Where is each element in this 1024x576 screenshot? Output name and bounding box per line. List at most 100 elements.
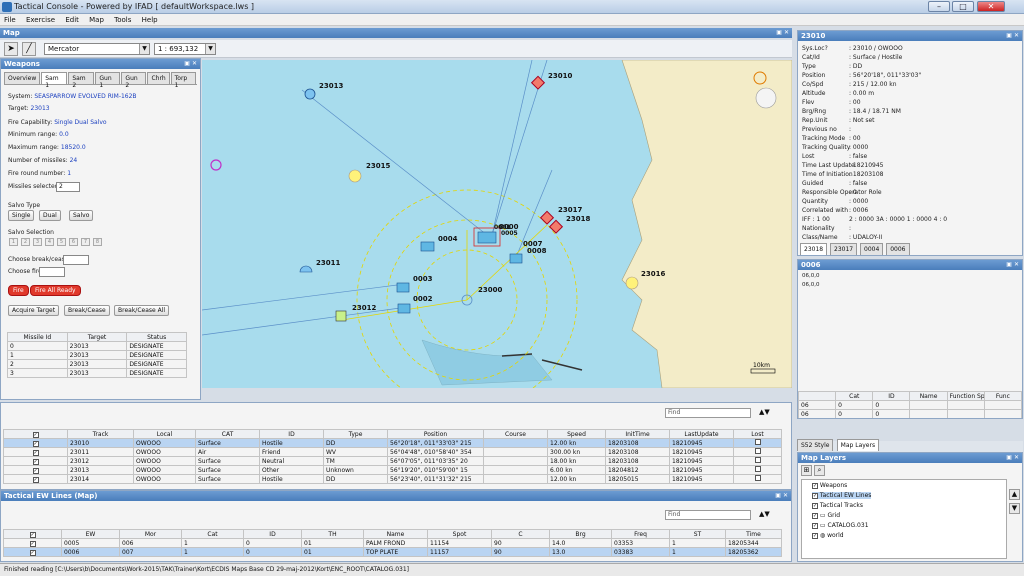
col-brg[interactable]: Brg bbox=[549, 529, 612, 539]
layer-down-icon[interactable]: ▼ bbox=[1009, 503, 1020, 514]
col-id[interactable]: ID bbox=[872, 391, 911, 401]
salvo-slot-2[interactable]: 2 bbox=[21, 238, 30, 246]
table-row[interactable]: 2 23013 DESIGNATE bbox=[7, 359, 187, 369]
layer-checkbox[interactable]: ✓ bbox=[812, 523, 818, 529]
panel-controls-icon[interactable]: ▣ ✕ bbox=[776, 29, 789, 36]
layer-checkbox[interactable]: ✓ bbox=[812, 493, 818, 499]
scale-select[interactable]: 1 : 693,132 ▼ bbox=[154, 43, 216, 55]
col-course[interactable]: Course bbox=[483, 429, 548, 439]
waypoint-marker[interactable] bbox=[210, 159, 222, 171]
table-row[interactable]: ✓ 23013 OWOOO Surface Other Unknown 56°19'20",… bbox=[3, 465, 782, 475]
layer-checkbox[interactable]: ✓ bbox=[812, 503, 818, 509]
ew-0003-symbol[interactable] bbox=[396, 282, 410, 293]
lost-checkbox[interactable] bbox=[754, 439, 761, 445]
measure-tool-icon[interactable]: ╱ bbox=[22, 42, 36, 56]
tab-23018[interactable]: 23018 bbox=[800, 243, 828, 255]
select-all-checkbox[interactable]: ✓ bbox=[29, 531, 36, 538]
col-id[interactable]: ID bbox=[259, 429, 324, 439]
tab-torp1[interactable]: Torp 1 bbox=[170, 72, 196, 89]
track-23017-symbol[interactable] bbox=[539, 210, 555, 225]
sort-arrows-icon[interactable]: ▲▼ bbox=[759, 510, 770, 518]
col-position[interactable]: Position bbox=[387, 429, 484, 439]
dual-button[interactable]: Dual bbox=[39, 210, 61, 221]
select-all-checkbox[interactable]: ✓ bbox=[32, 431, 39, 438]
salvo-button[interactable]: Salvo bbox=[69, 210, 94, 221]
row-checkbox[interactable]: ✓ bbox=[29, 540, 36, 547]
tab-map-layers[interactable]: Map Layers bbox=[836, 439, 880, 451]
col-func[interactable]: Func bbox=[983, 391, 1022, 401]
col-freq[interactable]: Freq bbox=[611, 529, 670, 539]
table-row[interactable]: 06 0 0 bbox=[798, 409, 1022, 418]
ew-find-input[interactable]: Find bbox=[665, 510, 751, 520]
tab-chrh[interactable]: Chrh bbox=[147, 72, 170, 84]
break-cease-button[interactable]: Break/Cease bbox=[64, 305, 110, 316]
panel-controls-icon[interactable]: ▣ ✕ bbox=[1006, 454, 1019, 461]
menu-edit[interactable]: Edit bbox=[61, 14, 83, 24]
menu-exercise[interactable]: Exercise bbox=[22, 14, 59, 24]
projection-select[interactable]: Mercator ▼ bbox=[44, 43, 150, 55]
table-row[interactable]: 06 0 0 bbox=[798, 400, 1022, 410]
fire-all-ready-button[interactable]: Fire All Ready bbox=[30, 285, 81, 296]
salvo-slot-3[interactable]: 3 bbox=[33, 238, 42, 246]
col-missile-id[interactable]: Missile Id bbox=[7, 332, 68, 342]
layer-checkbox[interactable]: ✓ bbox=[812, 483, 818, 489]
layer-checkbox[interactable]: ✓ bbox=[812, 533, 818, 539]
ew-0004-symbol[interactable] bbox=[420, 241, 435, 252]
col-st[interactable]: ST bbox=[669, 529, 726, 539]
layer-tactical-tracks[interactable]: ✓ Tactical Tracks bbox=[812, 502, 863, 509]
table-row[interactable]: ✓ 23014 OWOOO Surface Hostile DD 56°23'40", 01… bbox=[3, 474, 782, 484]
row-checkbox[interactable]: ✓ bbox=[32, 440, 39, 447]
panel-controls-icon[interactable]: ▣ ✕ bbox=[184, 60, 197, 67]
layer-tactical-ew-lines[interactable]: ✓ Tactical EW Lines bbox=[812, 492, 872, 499]
layer-search-icon[interactable]: ⌕ bbox=[814, 465, 825, 476]
layer-world[interactable]: ✓ ◍ world bbox=[812, 532, 844, 539]
col-target[interactable]: Target bbox=[66, 332, 128, 342]
track-23011-symbol[interactable] bbox=[299, 265, 313, 273]
col-function-spot[interactable]: Function Spot bbox=[946, 391, 985, 401]
track-23018-symbol[interactable] bbox=[548, 219, 564, 234]
break-cease-all-button[interactable]: Break/Cease All bbox=[114, 305, 170, 316]
col-speed[interactable]: Speed bbox=[547, 429, 606, 439]
col-mor[interactable]: Mor bbox=[119, 529, 182, 539]
col-lost[interactable]: Lost bbox=[733, 429, 782, 439]
menu-help[interactable]: Help bbox=[138, 14, 162, 24]
col-cat[interactable]: Cat bbox=[181, 529, 244, 539]
salvo-slot-5[interactable]: 5 bbox=[57, 238, 66, 246]
menu-map[interactable]: Map bbox=[85, 14, 108, 24]
layer-add-icon[interactable]: ⊞ bbox=[801, 465, 812, 476]
layer-catalog[interactable]: ✓ ▭ CATALOG.031 bbox=[812, 522, 869, 529]
layer-up-icon[interactable]: ▲ bbox=[1009, 489, 1020, 500]
break-cease-input[interactable] bbox=[63, 255, 89, 265]
tab-s52-style[interactable]: S52 Style bbox=[797, 439, 834, 451]
salvo-slot-8[interactable]: 8 bbox=[93, 238, 102, 246]
col-ew[interactable]: EW bbox=[61, 529, 120, 539]
missiles-selected-input[interactable]: 2 bbox=[56, 182, 80, 192]
track-23015-symbol[interactable] bbox=[348, 169, 362, 183]
pan-control-icon[interactable] bbox=[755, 87, 777, 109]
row-checkbox[interactable]: ✓ bbox=[32, 449, 39, 456]
col-type[interactable]: Type bbox=[323, 429, 388, 439]
sort-arrows-icon[interactable]: ▲▼ bbox=[759, 408, 770, 416]
col-c[interactable]: C bbox=[491, 529, 550, 539]
col-name[interactable]: Name bbox=[909, 391, 948, 401]
table-row[interactable]: ✓ 23010 OWOOO Surface Hostile DD 56°20'18", 01… bbox=[3, 438, 782, 448]
col-local[interactable]: Local bbox=[133, 429, 196, 439]
track-23016-symbol[interactable] bbox=[625, 276, 639, 290]
tab-sam1[interactable]: Sam 1 bbox=[41, 72, 68, 89]
layer-checkbox[interactable]: ✓ bbox=[812, 513, 818, 519]
fire-button[interactable]: Fire bbox=[8, 285, 29, 296]
track-23012-symbol[interactable] bbox=[335, 310, 347, 322]
tactical-map[interactable]: 10km 23013 23010 23015 0004 23017 23018 … bbox=[202, 60, 792, 388]
minimize-button[interactable]: – bbox=[928, 1, 950, 12]
layer-weapons[interactable]: ✓ Weapons bbox=[812, 482, 847, 489]
table-row[interactable]: ✓ 23012 OWOOO Surface Neutral TM 56°07'05", 01… bbox=[3, 456, 782, 466]
panel-controls-icon[interactable]: ▣ ✕ bbox=[1006, 261, 1019, 268]
layer-grid[interactable]: ✓ ▭ Grid bbox=[812, 512, 840, 519]
track-23010-symbol[interactable] bbox=[530, 75, 546, 90]
single-button[interactable]: Single bbox=[8, 210, 35, 221]
tracks-find-input[interactable]: Find bbox=[665, 408, 751, 418]
col-inittime[interactable]: InitTime bbox=[605, 429, 670, 439]
lost-checkbox[interactable] bbox=[754, 466, 761, 472]
tab-0006[interactable]: 0006 bbox=[886, 243, 910, 255]
panel-controls-icon[interactable]: ▣ ✕ bbox=[775, 492, 788, 499]
